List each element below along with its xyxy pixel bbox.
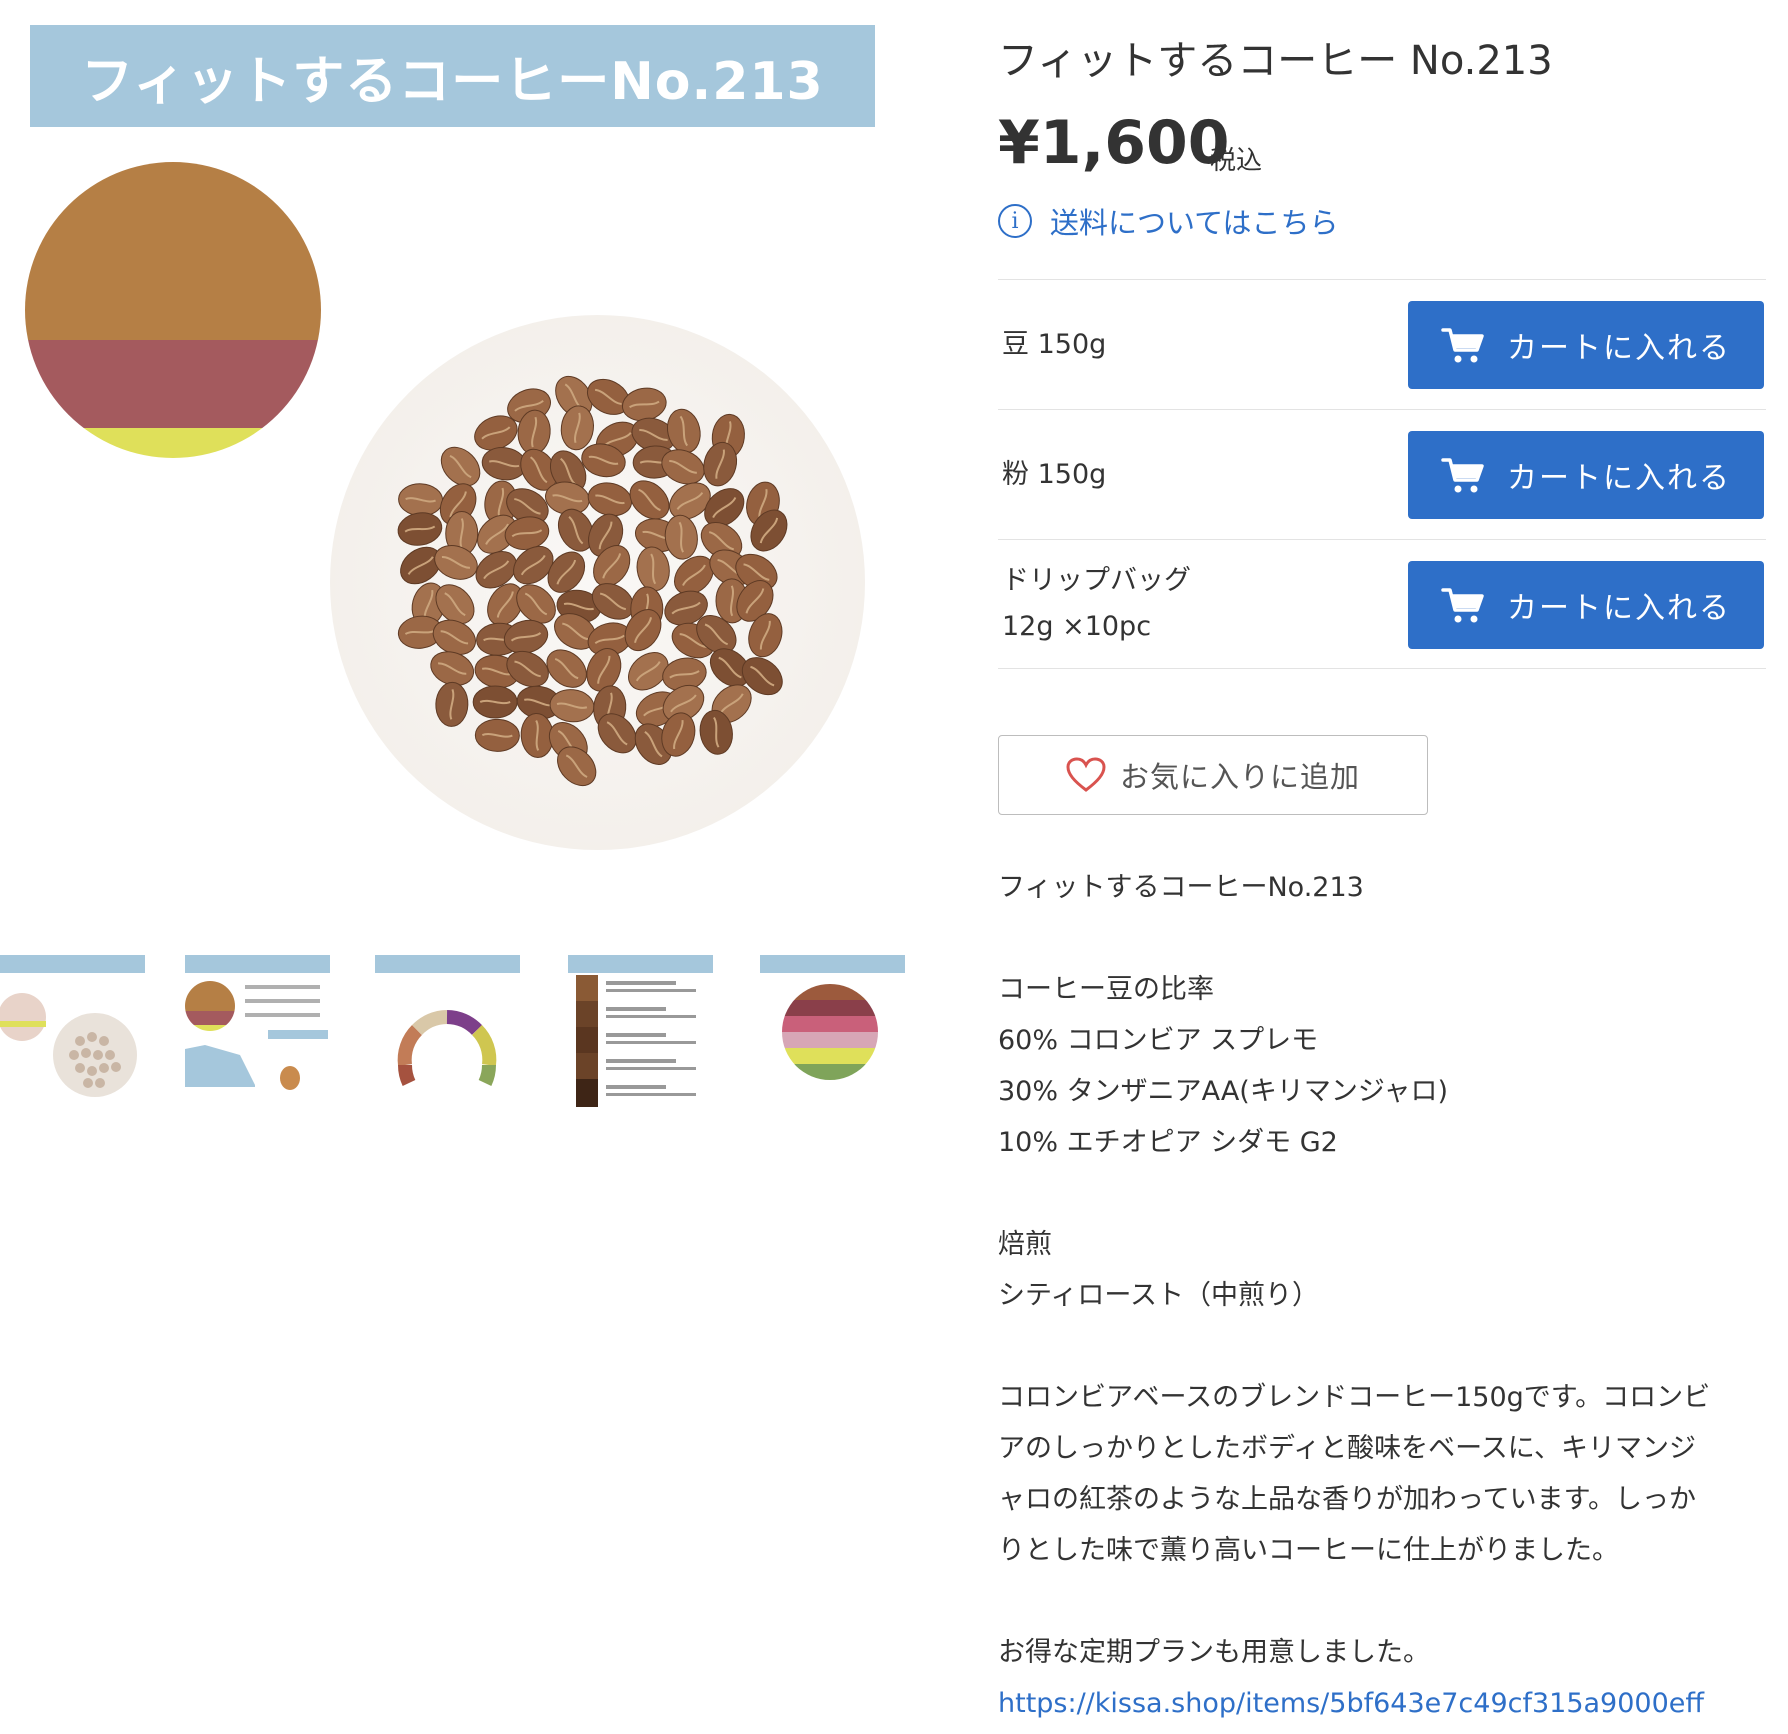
description-body-line: コロンビアベースのブレンドコーヒー150gです。コロンビ — [998, 1382, 1711, 1413]
coffee-bean — [629, 480, 670, 520]
coffee-beans-image — [397, 375, 788, 787]
shipping-info-link[interactable]: i 送料についてはこちら — [998, 200, 1339, 242]
variant-label: ドリップバッグ — [1002, 565, 1191, 596]
roast-value: シティロースト（中煎り） — [998, 1280, 1320, 1311]
flavor-color-circle — [25, 162, 321, 458]
thumbnail-banner — [568, 955, 713, 973]
thumbnail-2-art — [185, 981, 328, 1090]
product-main-image[interactable]: フィットするコーヒーNo.213 — [0, 0, 900, 900]
product-price: ¥1,600 — [998, 108, 1230, 178]
description-heading: フィットするコーヒーNo.213 — [998, 872, 1364, 903]
thumbnail-banner — [185, 955, 330, 973]
add-to-cart-label: カートに入れる — [1507, 331, 1731, 366]
variant-row-ground: 粉 150g カートに入れる — [998, 409, 1766, 539]
coffee-bean — [546, 649, 587, 688]
product-description: フィットするコーヒーNo.213 コーヒー豆の比率 60% コロンビア スプレモ… — [998, 862, 1766, 1729]
add-to-cart-button[interactable]: カートに入れる — [1408, 431, 1764, 519]
thumbnail-4[interactable] — [568, 955, 713, 1110]
ratio-line: 10% エチオピア シダモ G2 — [998, 1127, 1338, 1158]
cart-icon — [1441, 328, 1484, 363]
variant-row-dripbag: ドリップバッグ 12g ×10pc カートに入れる — [998, 539, 1766, 669]
description-body-line: アのしっかりとしたボディと酸味をベースに、キリマンジ — [998, 1433, 1696, 1464]
thumbnail-strip — [0, 955, 910, 1115]
coffee-bean — [474, 718, 520, 752]
variant-row-beans: 豆 150g カートに入れる — [998, 279, 1766, 409]
cart-icon — [1441, 588, 1484, 623]
favorite-label: お気に入りに追加 — [1119, 760, 1360, 794]
coffee-bean — [398, 483, 444, 517]
thumbnail-1[interactable] — [0, 955, 145, 1110]
heart-icon — [1066, 757, 1106, 792]
add-to-cart-button[interactable]: カートに入れる — [1408, 561, 1764, 649]
coffee-bean — [435, 681, 469, 727]
thumbnail-5-art — [782, 984, 878, 1080]
product-title: フィットするコーヒー No.213 — [998, 38, 1553, 84]
variant-label: 粉 150g — [1002, 459, 1107, 490]
ratio-line: 30% タンザニアAA(キリマンジャロ) — [998, 1076, 1449, 1107]
description-body-line: ャロの紅茶のような上品な香りが加わっています。しっか — [998, 1484, 1696, 1515]
thumbnail-3-art — [397, 1010, 497, 1086]
ratio-line: 60% コロンビア スプレモ — [998, 1025, 1319, 1056]
shipping-link-text: 送料についてはこちら — [1050, 206, 1339, 240]
plan-link[interactable]: https://kissa.shop/items/5bf643e7c49cf31… — [998, 1688, 1704, 1719]
add-to-favorites-button[interactable]: お気に入りに追加 — [998, 735, 1428, 815]
coffee-bean — [664, 514, 698, 560]
thumbnail-3[interactable] — [375, 955, 520, 1110]
variant-sublabel: 12g ×10pc — [1002, 611, 1152, 642]
thumbnail-2[interactable] — [185, 955, 330, 1110]
coffee-bean — [397, 512, 443, 546]
thumbnail-banner — [375, 955, 520, 973]
coffee-bean — [472, 685, 518, 719]
tax-label: 税込 — [1210, 146, 1263, 176]
coffee-bean — [636, 546, 670, 592]
description-body-line: りとした味で薫り高いコーヒーに仕上がりました。 — [998, 1535, 1619, 1566]
thumbnail-1-art — [0, 993, 137, 1097]
add-to-cart-label: カートに入れる — [1507, 591, 1731, 626]
add-to-cart-button[interactable]: カートに入れる — [1408, 301, 1764, 389]
variant-label: 豆 150g — [1002, 329, 1107, 360]
roast-title: 焙煎 — [998, 1229, 1052, 1260]
plan-text: お得な定期プランも用意しました。 — [998, 1637, 1430, 1668]
thumbnail-5[interactable] — [760, 955, 905, 1110]
info-icon: i — [998, 204, 1032, 238]
thumbnail-banner — [0, 955, 145, 973]
thumbnail-4-art — [576, 975, 696, 1107]
thumbnail-banner — [760, 955, 905, 973]
cart-icon — [1441, 458, 1484, 493]
ratio-title: コーヒー豆の比率 — [998, 974, 1214, 1005]
image-banner-title: フィットするコーヒーNo.213 — [30, 25, 875, 127]
add-to-cart-label: カートに入れる — [1507, 461, 1731, 496]
